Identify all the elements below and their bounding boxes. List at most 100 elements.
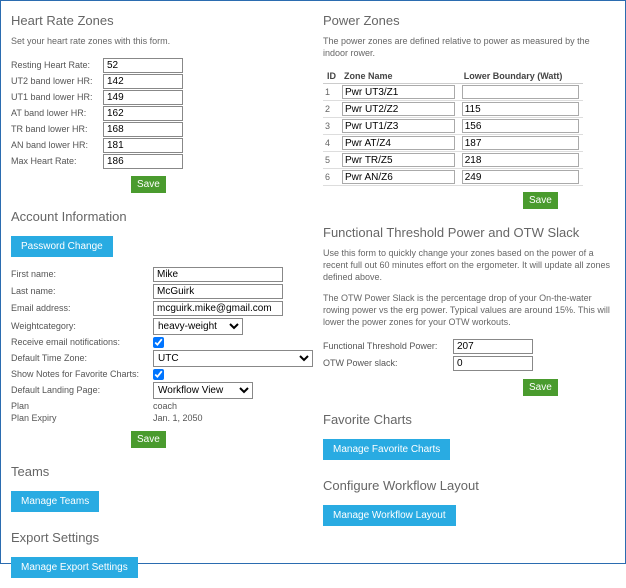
pz-name-input[interactable] [342, 85, 455, 99]
pz-row: 3 [323, 118, 583, 135]
hr-row: AT band lower HR: [11, 106, 313, 121]
password-change-button[interactable]: Password Change [11, 236, 113, 257]
pz-title: Power Zones [323, 13, 615, 28]
expiry-value: Jan. 1, 2050 [153, 413, 203, 423]
slack-label: OTW Power slack: [323, 358, 453, 368]
hr-row: UT1 band lower HR: [11, 90, 313, 105]
notes-checkbox[interactable] [153, 369, 164, 380]
settings-page: Heart Rate Zones Set your heart rate zon… [0, 0, 626, 564]
heart-rate-section: Heart Rate Zones Set your heart rate zon… [11, 9, 313, 201]
email-label: Email address: [11, 303, 153, 313]
export-title: Export Settings [11, 530, 313, 545]
pz-row-id: 4 [323, 135, 340, 152]
export-section: Export Settings Manage Export Settings [11, 526, 313, 588]
ftp-title: Functional Threshold Power and OTW Slack [323, 225, 615, 240]
expiry-label: Plan Expiry [11, 413, 153, 423]
ftp-save-button[interactable]: Save [523, 379, 558, 396]
email-input[interactable] [153, 301, 283, 316]
hr-form: Resting Heart Rate: UT2 band lower HR: UT1… [11, 58, 313, 169]
manage-wf-button[interactable]: Manage Workflow Layout [323, 505, 456, 526]
hr-save-button[interactable]: Save [131, 176, 166, 193]
last-name-input[interactable] [153, 284, 283, 299]
hr-row-label: Max Heart Rate: [11, 156, 103, 166]
pz-th-id: ID [323, 69, 340, 84]
pz-lb-input[interactable] [462, 85, 579, 99]
hr-row-label: AN band lower HR: [11, 140, 103, 150]
pz-row-id: 3 [323, 118, 340, 135]
pz-name-input[interactable] [342, 170, 455, 184]
manage-export-button[interactable]: Manage Export Settings [11, 557, 138, 578]
pz-lb-input[interactable] [462, 102, 579, 116]
ftp-desc1: Use this form to quickly change your zon… [323, 248, 615, 283]
tz-select[interactable]: UTC [153, 350, 313, 367]
ftp-label: Functional Threshold Power: [323, 341, 453, 351]
pz-row-id: 6 [323, 169, 340, 186]
hr-row-input[interactable] [103, 90, 183, 105]
pz-row: 1 [323, 84, 583, 101]
power-zones-section: Power Zones The power zones are defined … [323, 9, 615, 217]
account-section: Account Information Password Change Firs… [11, 205, 313, 456]
hr-title: Heart Rate Zones [11, 13, 313, 28]
recv-checkbox[interactable] [153, 337, 164, 348]
last-name-label: Last name: [11, 286, 153, 296]
hr-row: TR band lower HR: [11, 122, 313, 137]
hr-row-label: AT band lower HR: [11, 108, 103, 118]
ftp-input[interactable] [453, 339, 533, 354]
pz-name-input[interactable] [342, 102, 455, 116]
hr-row-label: TR band lower HR: [11, 124, 103, 134]
pz-name-input[interactable] [342, 119, 455, 133]
weight-label: Weightcategory: [11, 321, 153, 331]
teams-title: Teams [11, 464, 313, 479]
account-title: Account Information [11, 209, 313, 224]
hr-row-input[interactable] [103, 74, 183, 89]
hr-row-input[interactable] [103, 122, 183, 137]
plan-value: coach [153, 401, 177, 411]
pz-lb-input[interactable] [462, 119, 579, 133]
pz-lb-input[interactable] [462, 153, 579, 167]
weight-select[interactable]: heavy-weight [153, 318, 243, 335]
pz-lb-input[interactable] [462, 136, 579, 150]
pz-th-lb: Lower Boundary (Watt) [460, 69, 583, 84]
pz-th-name: Zone Name [340, 69, 460, 84]
hr-row-input[interactable] [103, 138, 183, 153]
hr-row-input[interactable] [103, 154, 183, 169]
pz-table: ID Zone Name Lower Boundary (Watt) 12345… [323, 69, 583, 186]
manage-teams-button[interactable]: Manage Teams [11, 491, 99, 512]
left-column: Heart Rate Zones Set your heart rate zon… [11, 9, 313, 555]
wf-section: Configure Workflow Layout Manage Workflo… [323, 474, 615, 536]
wf-title: Configure Workflow Layout [323, 478, 615, 493]
hr-row-label: Resting Heart Rate: [11, 60, 103, 70]
pz-row-id: 1 [323, 84, 340, 101]
teams-section: Teams Manage Teams [11, 460, 313, 522]
hr-row: AN band lower HR: [11, 138, 313, 153]
pz-row: 5 [323, 152, 583, 169]
fav-section: Favorite Charts Manage Favorite Charts [323, 408, 615, 470]
pz-save-button[interactable]: Save [523, 192, 558, 209]
manage-fav-button[interactable]: Manage Favorite Charts [323, 439, 450, 460]
slack-input[interactable] [453, 356, 533, 371]
hr-row-input[interactable] [103, 58, 183, 73]
landing-label: Default Landing Page: [11, 385, 153, 395]
pz-lb-input[interactable] [462, 170, 579, 184]
plan-label: Plan [11, 401, 153, 411]
hr-row-input[interactable] [103, 106, 183, 121]
account-save-button[interactable]: Save [131, 431, 166, 448]
pz-name-input[interactable] [342, 136, 455, 150]
hr-desc: Set your heart rate zones with this form… [11, 36, 313, 48]
pz-name-input[interactable] [342, 153, 455, 167]
pz-row: 6 [323, 169, 583, 186]
landing-select[interactable]: Workflow View [153, 382, 253, 399]
fav-title: Favorite Charts [323, 412, 615, 427]
hr-row-label: UT2 band lower HR: [11, 76, 103, 86]
pz-row: 2 [323, 101, 583, 118]
ftp-desc2: The OTW Power Slack is the percentage dr… [323, 293, 615, 328]
ftp-section: Functional Threshold Power and OTW Slack… [323, 221, 615, 403]
hr-row-label: UT1 band lower HR: [11, 92, 103, 102]
pz-row: 4 [323, 135, 583, 152]
recv-label: Receive email notifications: [11, 337, 153, 347]
pz-row-id: 2 [323, 101, 340, 118]
right-column: Power Zones The power zones are defined … [323, 9, 615, 555]
hr-row: UT2 band lower HR: [11, 74, 313, 89]
first-name-input[interactable] [153, 267, 283, 282]
pz-desc: The power zones are defined relative to … [323, 36, 615, 59]
